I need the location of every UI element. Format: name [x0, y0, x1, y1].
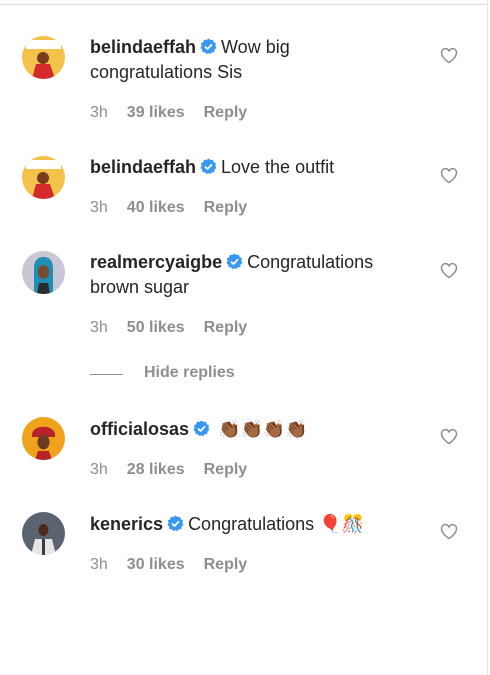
reply-button[interactable]: Reply: [204, 319, 248, 336]
hide-replies-line: [90, 374, 123, 375]
hide-replies-label: Hide replies: [144, 364, 235, 381]
verified-badge-icon: [200, 157, 217, 175]
comment-likes[interactable]: 50 likes: [127, 319, 185, 336]
verified-badge-icon: [226, 252, 243, 270]
comment-text: Love the outfit: [221, 157, 335, 177]
comment-username[interactable]: realmercyaigbe: [90, 252, 222, 272]
comment-username[interactable]: officialosas: [90, 419, 189, 439]
avatar[interactable]: [22, 156, 65, 199]
comment-time: 3h: [90, 461, 108, 478]
comment-time: 3h: [90, 319, 108, 336]
comment-time: 3h: [90, 104, 108, 121]
comment-time: 3h: [90, 199, 108, 216]
reply-button[interactable]: Reply: [204, 199, 248, 216]
comment-likes[interactable]: 39 likes: [127, 104, 185, 121]
heart-icon[interactable]: [440, 262, 458, 279]
verified-badge-icon: [193, 419, 210, 437]
comment-username[interactable]: belindaeffah: [90, 157, 196, 177]
reply-button[interactable]: Reply: [204, 461, 248, 478]
heart-icon[interactable]: [440, 428, 458, 445]
comment-text: 👏🏾👏🏾👏🏾👏🏾: [218, 419, 308, 440]
heart-icon[interactable]: [440, 167, 458, 184]
avatar[interactable]: [22, 36, 65, 79]
comment-username[interactable]: belindaeffah: [90, 37, 196, 57]
avatar[interactable]: [22, 251, 65, 294]
top-divider: [0, 0, 488, 5]
comment-likes[interactable]: 30 likes: [127, 556, 185, 573]
right-divider: [487, 0, 488, 675]
verified-badge-icon: [167, 514, 184, 532]
heart-icon[interactable]: [440, 47, 458, 64]
comment-time: 3h: [90, 556, 108, 573]
verified-badge-icon: [200, 37, 217, 55]
avatar[interactable]: [22, 417, 65, 460]
comment-username[interactable]: kenerics: [90, 514, 163, 534]
avatar[interactable]: [22, 512, 65, 555]
comment-text: Congratulations 🎈🎊: [188, 514, 364, 534]
heart-icon[interactable]: [440, 523, 458, 540]
comment-likes[interactable]: 40 likes: [127, 199, 185, 216]
reply-button[interactable]: Reply: [204, 104, 248, 121]
reply-button[interactable]: Reply: [204, 556, 248, 573]
comment-likes[interactable]: 28 likes: [127, 461, 185, 478]
